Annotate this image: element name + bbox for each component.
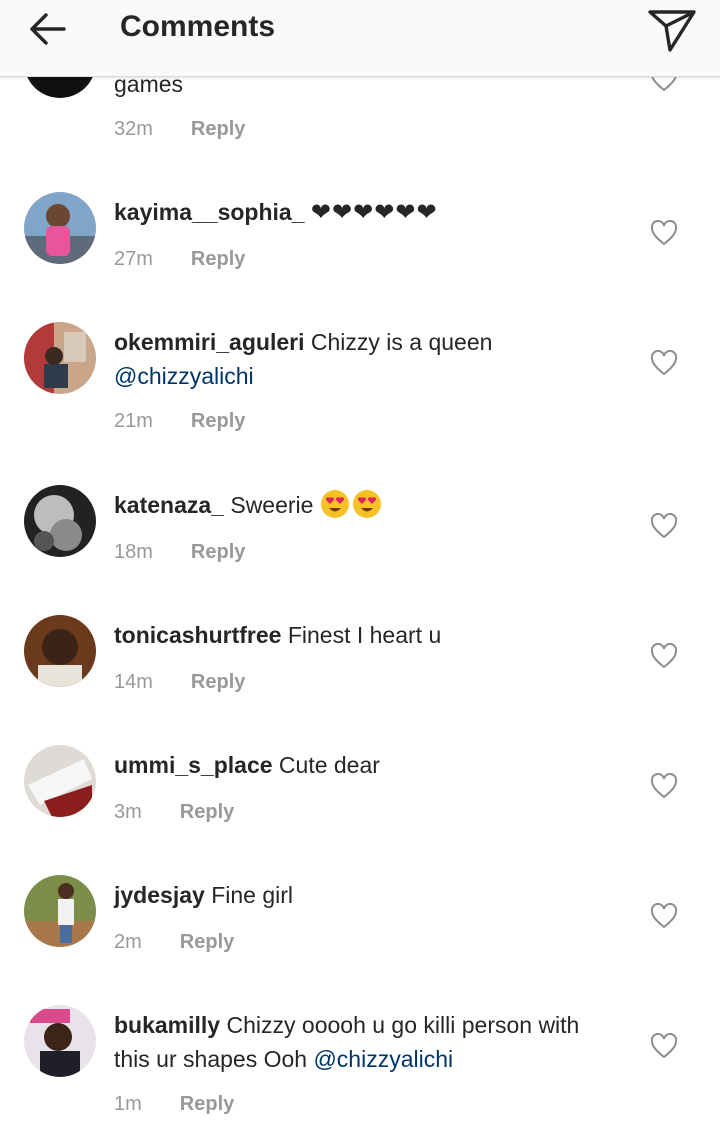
page-title: Comments <box>120 10 276 43</box>
comment-text: tonicashurtfree Finest I heart u <box>114 619 614 652</box>
reply-button[interactable]: Reply <box>180 931 234 953</box>
reply-button[interactable]: Reply <box>191 541 245 563</box>
avatar[interactable] <box>24 875 96 947</box>
comment-body-line2: this ur shapes Ooh <box>114 1046 308 1072</box>
comment-username[interactable]: katenaza_ <box>114 492 224 518</box>
reply-button[interactable]: Reply <box>191 248 245 270</box>
comment-username[interactable]: okemmiri_aguleri <box>114 329 304 355</box>
reply-button[interactable]: Reply <box>180 1093 234 1115</box>
reply-button[interactable]: Reply <box>191 410 245 432</box>
comment-meta: 27m Reply <box>114 248 245 271</box>
heart-eyes-emoji-icon <box>320 490 349 518</box>
comment-text: bukamilly Chizzy ooooh u go killi person… <box>114 1009 614 1042</box>
comment-meta: 21m Reply <box>114 410 245 433</box>
avatar[interactable] <box>24 615 96 687</box>
comment-time: 14m <box>114 671 153 693</box>
comment-body: Chizzy ooooh u go killi person with <box>226 1012 580 1038</box>
heart-icon[interactable] <box>650 643 678 669</box>
comment-meta: 18m Reply <box>114 541 245 564</box>
comment-body: Cute dear <box>278 752 380 778</box>
comment-item: jydesjay Fine girl 2m Reply <box>0 875 720 1005</box>
comment-item: okemmiri_aguleri Chizzy is a queen @chiz… <box>0 322 720 452</box>
comment-time: 32m <box>114 118 153 140</box>
comment-time: 1m <box>114 1093 142 1115</box>
heart-eyes-emoji-icon <box>352 490 381 518</box>
avatar[interactable] <box>24 192 96 264</box>
comment-username[interactable]: jydesjay <box>114 882 205 908</box>
comment-body: Finest I heart u <box>287 622 442 648</box>
comment-username[interactable]: ummi_s_place <box>114 752 273 778</box>
reply-button[interactable]: Reply <box>180 801 234 823</box>
top-bar: Comments <box>0 0 720 77</box>
comment-username[interactable]: kayima__sophia_ <box>114 199 305 225</box>
mention-link[interactable]: @chizzyalichi <box>313 1046 453 1072</box>
comment-body: Chizzy is a queen <box>310 329 493 355</box>
comment-meta: 2m Reply <box>114 931 234 954</box>
comment-item: bukamilly Chizzy ooooh u go killi person… <box>0 1005 720 1135</box>
comment-time: 3m <box>114 801 142 823</box>
comment-item: kayima__sophia_ ❤❤❤❤❤❤ 27m Reply <box>0 192 720 322</box>
comment-text: jydesjay Fine girl <box>114 879 614 912</box>
heart-icon[interactable] <box>650 1033 678 1059</box>
mention-link[interactable]: @chizzyalichi <box>114 363 254 389</box>
heart-icon[interactable] <box>650 513 678 539</box>
comment-item: katenaza_ Sweerie 18m Reply <box>0 485 720 615</box>
avatar[interactable] <box>24 745 96 817</box>
avatar[interactable] <box>24 322 96 394</box>
avatar[interactable] <box>24 485 96 557</box>
comment-text: okemmiri_aguleri Chizzy is a queen <box>114 326 614 359</box>
heart-icon[interactable] <box>650 903 678 929</box>
comment-time: 2m <box>114 931 142 953</box>
comment-time: 21m <box>114 410 153 432</box>
reply-button[interactable]: Reply <box>191 118 245 140</box>
comment-text: kayima__sophia_ ❤❤❤❤❤❤ <box>114 196 614 229</box>
comment-meta: 14m Reply <box>114 671 245 694</box>
paper-plane-icon[interactable] <box>644 4 700 56</box>
comment-body: Fine girl <box>211 882 293 908</box>
comment-body: ❤❤❤❤❤❤ <box>310 199 438 226</box>
comment-username[interactable]: bukamilly <box>114 1012 220 1038</box>
comment-meta: 3m Reply <box>114 801 234 824</box>
reply-button[interactable]: Reply <box>191 671 245 693</box>
comment-username[interactable]: tonicashurtfree <box>114 622 281 648</box>
comment-body: Sweerie <box>230 492 314 518</box>
comment-time: 27m <box>114 248 153 270</box>
comment-text-line2: this ur shapes Ooh @chizzyalichi <box>114 1043 614 1076</box>
avatar[interactable] <box>24 1005 96 1077</box>
comment-item: ummi_s_place Cute dear 3m Reply <box>0 745 720 875</box>
comment-text-line2: @chizzyalichi <box>114 360 614 393</box>
heart-icon[interactable] <box>650 773 678 799</box>
comments-list: games 32m Reply kayima__sophia_ ❤❤❤❤❤❤ 27… <box>0 0 720 1115</box>
comment-meta: 32m Reply <box>114 118 245 141</box>
comment-text: katenaza_ Sweerie <box>114 489 614 522</box>
arrow-left-icon[interactable] <box>22 8 74 50</box>
comment-time: 18m <box>114 541 153 563</box>
heart-icon[interactable] <box>650 220 678 246</box>
comment-item: tonicashurtfree Finest I heart u 14m Repl… <box>0 615 720 745</box>
heart-icon[interactable] <box>650 350 678 376</box>
comment-text: ummi_s_place Cute dear <box>114 749 614 782</box>
